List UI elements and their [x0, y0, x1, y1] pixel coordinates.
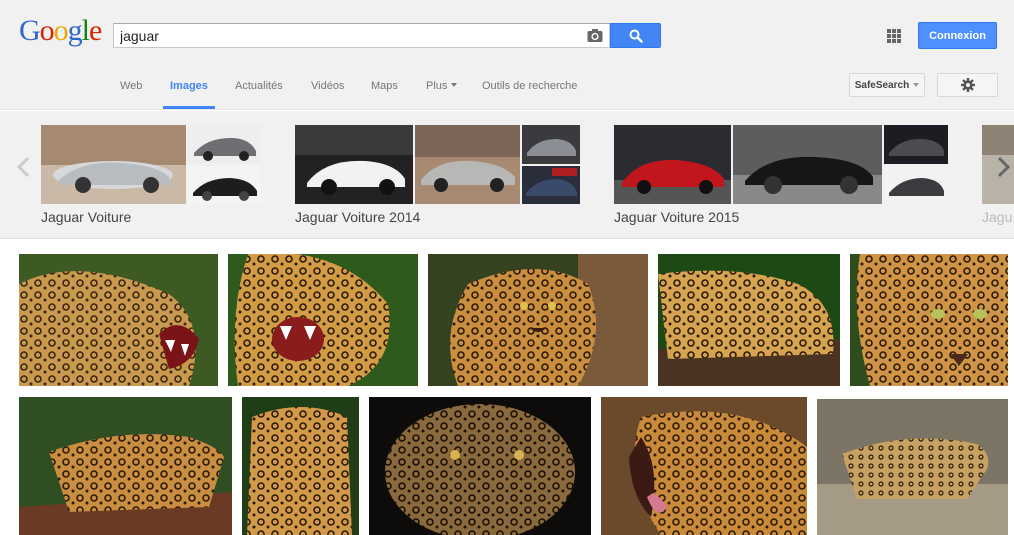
car-thumbnail	[41, 125, 186, 204]
safesearch-label: SafeSearch	[854, 79, 910, 91]
result-image[interactable]	[601, 397, 807, 535]
chevron-right-icon[interactable]	[994, 155, 1014, 179]
search-box	[113, 23, 610, 48]
related-search-label: Jaguar Voiture 2015	[614, 209, 740, 225]
search-tools-button[interactable]: Outils de recherche	[482, 80, 577, 92]
result-image[interactable]	[19, 254, 218, 386]
search-button[interactable]	[610, 23, 661, 48]
result-image[interactable]	[850, 254, 1008, 386]
search-input[interactable]	[114, 24, 574, 47]
tab-videos[interactable]: Vidéos	[311, 80, 344, 92]
car-thumbnail	[295, 125, 413, 204]
related-search-card[interactable]: Jaguar Voiture 2014	[295, 125, 580, 225]
tab-maps[interactable]: Maps	[371, 80, 398, 92]
logo-letter: e	[89, 14, 102, 47]
related-searches: Jaguar Voiture Jaguar Voiture 2014 Jagua…	[0, 111, 1014, 239]
car-thumbnail	[188, 166, 261, 204]
chevron-down-icon	[451, 83, 458, 87]
related-search-label: Jagu	[982, 209, 1013, 225]
chevron-left-icon[interactable]	[14, 155, 34, 179]
car-thumbnail	[614, 125, 731, 204]
safesearch-dropdown[interactable]: SafeSearch	[849, 73, 925, 97]
tab-actualites[interactable]: Actualités	[235, 80, 283, 92]
result-image[interactable]	[658, 254, 840, 386]
logo-letter: g	[67, 14, 83, 47]
car-thumbnail	[415, 125, 520, 204]
result-image[interactable]	[242, 397, 359, 535]
related-search-card[interactable]: Jaguar Voiture 2015	[614, 125, 948, 225]
result-image[interactable]	[228, 254, 418, 386]
tab-web[interactable]: Web	[120, 80, 142, 92]
related-search-label: Jaguar Voiture	[41, 209, 132, 225]
related-search-label: Jaguar Voiture 2014	[295, 209, 421, 225]
signin-button[interactable]: Connexion	[918, 22, 997, 49]
result-image[interactable]	[428, 254, 648, 386]
logo-letter: G	[19, 14, 41, 47]
car-thumbnail	[522, 125, 580, 164]
logo-letter: l	[81, 14, 90, 47]
result-image[interactable]	[369, 397, 591, 535]
logo-letter: o	[53, 14, 69, 47]
car-thumbnail	[188, 125, 261, 164]
tab-plus[interactable]: Plus	[426, 80, 458, 92]
car-thumbnail	[522, 166, 580, 204]
gear-icon	[960, 78, 975, 92]
result-image[interactable]	[19, 397, 232, 535]
settings-button[interactable]	[937, 73, 998, 97]
camera-icon[interactable]	[587, 28, 603, 43]
car-thumbnail	[884, 125, 948, 164]
car-thumbnail	[733, 125, 882, 204]
search-icon	[629, 29, 643, 43]
related-search-card[interactable]: Jaguar Voiture	[41, 125, 261, 225]
tab-images[interactable]: Images	[170, 80, 208, 92]
chevron-down-icon	[913, 83, 920, 87]
google-images-results: Google Connexio	[0, 0, 1014, 535]
car-thumbnail	[884, 166, 948, 204]
logo-letter: o	[39, 14, 55, 47]
apps-grid-icon[interactable]	[887, 29, 901, 43]
active-tab-indicator	[163, 106, 215, 109]
result-image[interactable]	[817, 399, 1008, 535]
tab-plus-label: Plus	[426, 80, 448, 92]
google-logo[interactable]: Google	[19, 13, 102, 49]
